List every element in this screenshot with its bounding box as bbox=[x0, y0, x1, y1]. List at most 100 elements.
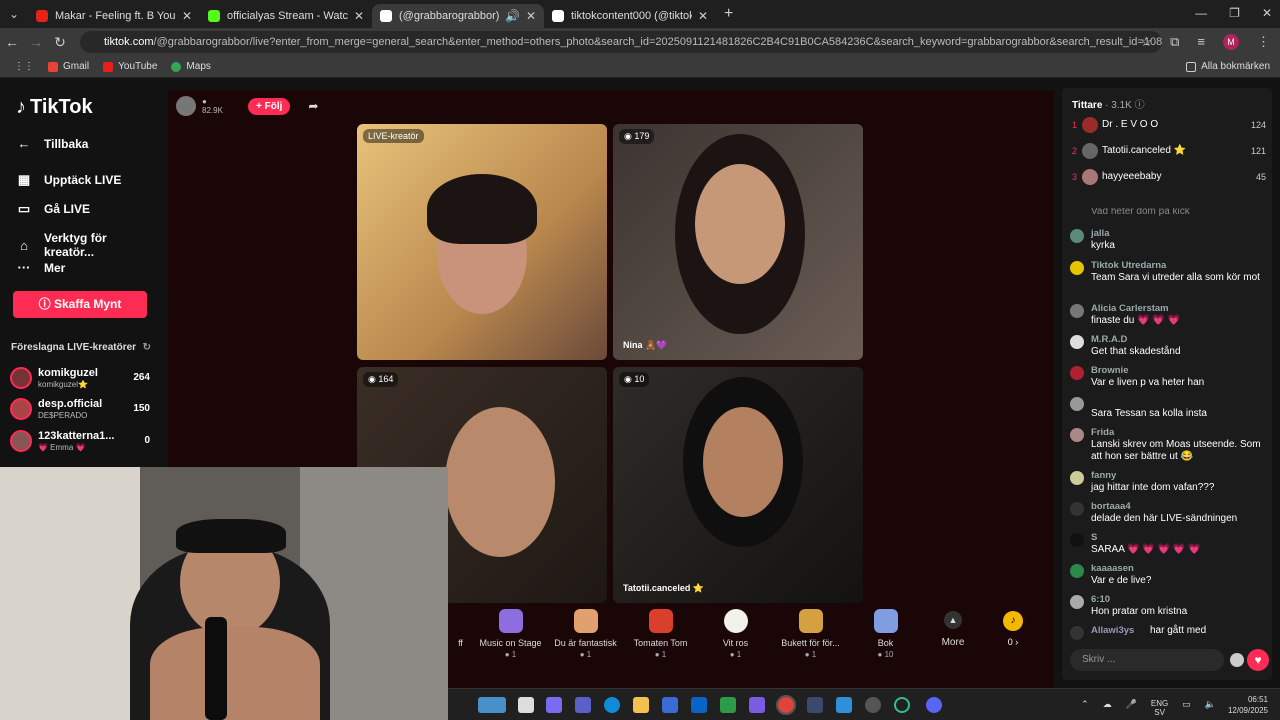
tile-name: Nina 🧸💜 bbox=[623, 340, 668, 350]
get-coins-button[interactable]: ⓘ Skaffa Mynt bbox=[13, 291, 147, 318]
bookmark-youtube[interactable]: YouTube bbox=[103, 61, 157, 72]
ranking-row[interactable]: 3 hayyeeebaby 45 bbox=[1070, 168, 1266, 188]
store-icon[interactable] bbox=[662, 697, 678, 713]
suggested-creator[interactable]: 123katterna1... 💗 Emma 💗 0 bbox=[10, 428, 152, 456]
share-icon bbox=[1070, 502, 1084, 516]
restore-icon[interactable]: ❐ bbox=[1229, 6, 1240, 20]
chat-panel: Tittare · 3.1K ⓘ 1 Dr . E V O O 124 2 Tatot… bbox=[1062, 88, 1272, 680]
app-icon[interactable] bbox=[807, 697, 823, 713]
discord-icon[interactable] bbox=[926, 697, 942, 713]
close-icon[interactable]: ✕ bbox=[354, 9, 364, 23]
file-explorer-icon[interactable] bbox=[633, 697, 649, 713]
chat-input[interactable]: Skriv ... bbox=[1070, 649, 1224, 671]
tab-2[interactable]: (@grabbarograbbor) är 🔊 ✕ bbox=[372, 4, 544, 28]
like-heart-button[interactable]: ♥ bbox=[1247, 649, 1269, 671]
gift-item[interactable]: Tomaten Tom ● 1 bbox=[623, 605, 698, 661]
new-tab-button[interactable]: + bbox=[724, 5, 733, 23]
media-icon[interactable]: ≡ bbox=[1197, 34, 1205, 50]
suggested-creator[interactable]: komikguzel komikguzel⭐ 264 bbox=[10, 365, 152, 393]
back-link[interactable]: ← Tillbaka bbox=[16, 136, 89, 151]
menu-icon[interactable]: ⋮ bbox=[1257, 34, 1270, 50]
gift-item[interactable]: ff bbox=[448, 605, 473, 661]
suggested-creator[interactable]: desp.official DE$PERADO 150 bbox=[10, 396, 152, 424]
back-icon[interactable]: ← bbox=[0, 34, 24, 50]
follow-button[interactable]: + Följ bbox=[248, 97, 291, 115]
ranking-row[interactable]: 1 Dr . E V O O 124 bbox=[1070, 116, 1266, 136]
gift-item[interactable]: Bok ● 10 bbox=[848, 605, 923, 661]
reload-icon[interactable]: ↻ bbox=[48, 34, 72, 51]
coin-balance-button[interactable]: ♪ 0 › bbox=[983, 605, 1043, 661]
defender-icon[interactable] bbox=[720, 697, 736, 713]
app-icon[interactable] bbox=[865, 697, 881, 713]
gift-item[interactable]: Bukett för för... ● 1 bbox=[773, 605, 848, 661]
tab-3[interactable]: tiktokcontent000 (@tiktokcont ✕ bbox=[544, 4, 716, 28]
viewers-header[interactable]: Tittare · 3.1K ⓘ bbox=[1072, 96, 1145, 111]
tile-name: Tatotii.canceled ⭐ bbox=[623, 583, 705, 593]
forward-icon[interactable]: → bbox=[24, 34, 48, 50]
widget-icon[interactable] bbox=[478, 697, 506, 713]
office-icon[interactable] bbox=[749, 697, 765, 713]
chrome-icon[interactable] bbox=[776, 695, 796, 715]
system-tray: ⌃ ☁ 🎤 ENG SV ▭ 🔈 bbox=[1081, 699, 1216, 717]
bookmark-maps[interactable]: Maps bbox=[171, 61, 211, 72]
photos-icon[interactable] bbox=[836, 697, 852, 713]
more-gifts-button[interactable]: ▲ More bbox=[923, 605, 983, 661]
host-viewer-count: ● 82.9K bbox=[202, 97, 223, 115]
volume-icon[interactable]: 🔈 bbox=[1205, 699, 1216, 717]
ranking-row[interactable]: 2 Tatotii.canceled ⭐ 121 bbox=[1070, 142, 1266, 162]
refresh-icon[interactable]: ↻ bbox=[143, 342, 151, 353]
close-icon[interactable]: ✕ bbox=[698, 9, 708, 23]
sidebar-item-creator-tools[interactable]: ⌂ Verktyg för kreatör... bbox=[16, 231, 160, 259]
address-bar-row: ← → ↻ tiktok.com/@grabbarograbbor/live?e… bbox=[0, 28, 1280, 56]
teams-icon[interactable] bbox=[575, 697, 591, 713]
gift-item[interactable]: Music on Stage ● 1 bbox=[473, 605, 548, 661]
tile-badge: ◉ 164 bbox=[363, 372, 399, 387]
sidebar-item-discover-live[interactable]: ▦ Upptäck LIVE bbox=[16, 172, 122, 188]
profile-avatar[interactable]: M bbox=[1223, 34, 1239, 50]
language-indicator[interactable]: ENG SV bbox=[1151, 699, 1168, 717]
url-host: tiktok.com bbox=[104, 36, 154, 48]
mic-icon[interactable]: 🎤 bbox=[1126, 699, 1137, 717]
hair bbox=[427, 174, 537, 244]
minimize-icon[interactable]: — bbox=[1195, 6, 1207, 20]
bookmark-gmail[interactable]: Gmail bbox=[48, 61, 89, 72]
camera-icon: ▭ bbox=[17, 201, 31, 216]
wall bbox=[0, 467, 140, 720]
url-field[interactable]: tiktok.com/@grabbarograbbor/live?enter_f… bbox=[80, 31, 1162, 53]
share-icon[interactable]: ➦ bbox=[308, 99, 318, 113]
emoji-icon[interactable] bbox=[1230, 653, 1244, 667]
task-view-icon[interactable] bbox=[518, 697, 534, 713]
tab-search-icon[interactable]: ⌄ bbox=[0, 7, 28, 21]
chevron-up-icon[interactable]: ⌃ bbox=[1081, 699, 1089, 717]
close-icon[interactable]: ✕ bbox=[182, 9, 192, 23]
sidebar-item-more[interactable]: ··· Mer bbox=[16, 260, 66, 275]
network-icon[interactable]: ▭ bbox=[1182, 699, 1191, 717]
host-avatar[interactable] bbox=[176, 96, 196, 116]
host-info: ● 82.9K + Följ ➦ bbox=[176, 96, 318, 116]
edge-icon[interactable] bbox=[604, 697, 620, 713]
clock[interactable]: 06:51 12/09/2025 bbox=[1228, 694, 1268, 716]
close-icon[interactable]: ✕ bbox=[526, 9, 536, 23]
tab-1[interactable]: officialyas Stream - Watch Live ✕ bbox=[200, 4, 372, 28]
live-video-tile[interactable]: LIVE-kreatör bbox=[357, 124, 607, 360]
gift-icon bbox=[498, 609, 523, 633]
copilot-icon[interactable] bbox=[546, 697, 562, 713]
outlook-icon[interactable] bbox=[691, 697, 707, 713]
extensions-icon[interactable]: ⧉ bbox=[1170, 34, 1179, 50]
onedrive-icon[interactable]: ☁ bbox=[1103, 699, 1112, 717]
close-window-icon[interactable]: ✕ bbox=[1262, 6, 1272, 20]
bookmark-star-icon[interactable]: ☆ bbox=[1140, 34, 1152, 50]
live-video-tile[interactable]: ◉ 10 Tatotii.canceled ⭐ bbox=[613, 367, 863, 603]
all-bookmarks[interactable]: Alla bokmärken bbox=[1186, 61, 1270, 72]
apps-icon[interactable]: ⋮⋮ bbox=[14, 61, 34, 72]
obs-icon[interactable] bbox=[894, 697, 910, 713]
suggested-header: Föreslagna LIVE-kreatörer ↻ bbox=[11, 342, 151, 353]
sidebar-item-go-live[interactable]: ▭ Gå LIVE bbox=[16, 201, 90, 217]
live-video-tile[interactable]: ◉ 179 Nina 🧸💜 bbox=[613, 124, 863, 360]
gift-item[interactable]: Vit ros ● 1 bbox=[698, 605, 773, 661]
gift-item[interactable]: Du är fantastisk ● 1 bbox=[548, 605, 623, 661]
speaker-icon[interactable]: 🔊 bbox=[505, 9, 520, 23]
tiktok-logo[interactable]: ♪ TikTok bbox=[16, 96, 93, 119]
tile-badge: ◉ 179 bbox=[619, 129, 655, 144]
tab-0[interactable]: Makar - Feeling ft. B Young (Pro ✕ bbox=[28, 4, 200, 28]
